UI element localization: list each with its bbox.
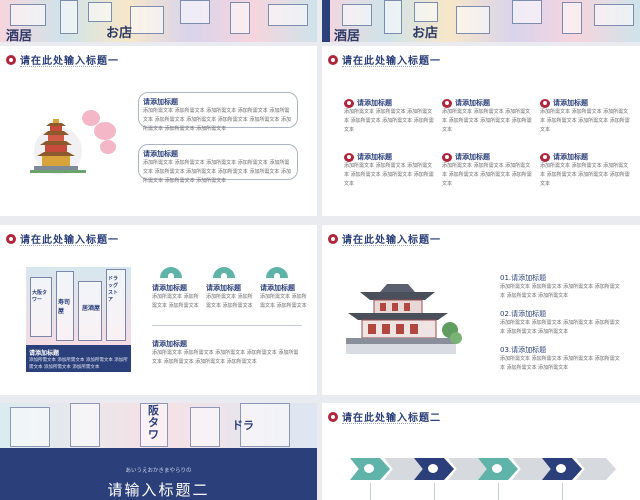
building-block bbox=[130, 6, 164, 34]
box-heading: 请添加标题 bbox=[143, 98, 178, 106]
building-block bbox=[342, 4, 372, 26]
connector-line bbox=[498, 483, 499, 500]
plum-flower-icon bbox=[328, 233, 338, 244]
column-item[interactable]: 请添加标题 添加所需文本 添加所需文本 添加所需文本 bbox=[206, 283, 254, 311]
building-block bbox=[30, 277, 52, 337]
plum-flower-icon bbox=[556, 464, 566, 473]
building-block bbox=[190, 407, 220, 447]
building-block bbox=[230, 2, 250, 34]
plum-flower-icon bbox=[492, 464, 502, 473]
fan-icon bbox=[266, 267, 288, 278]
shop-sign: 大阪タワー bbox=[32, 290, 48, 303]
title-underline bbox=[20, 65, 100, 67]
street-illustration: 大阪タワー 寿司屋 居酒屋 ドラッグストア bbox=[26, 267, 131, 345]
connector-line bbox=[370, 483, 371, 500]
grid-item[interactable]: 请添加标题 添加所需文本 添加所需文本 添加所需文本 添加所需文本 添加所需文本… bbox=[344, 98, 436, 135]
grid-item[interactable]: 请添加标题 添加所需文本 添加所需文本 添加所需文本 添加所需文本 添加所需文本… bbox=[442, 152, 534, 189]
building-block bbox=[88, 2, 112, 22]
building-block bbox=[456, 6, 490, 34]
numbered-item[interactable]: 03.请添加标题 添加所需文本 添加所需文本 添加所需文本 添加所需文本 添加所… bbox=[500, 345, 620, 373]
text-box[interactable]: 请添加标题 添加所需文本 添加所需文本 添加所需文本 添加所需文本 添加所需文本… bbox=[138, 144, 298, 184]
plum-flower-icon bbox=[364, 464, 374, 473]
building-block bbox=[60, 0, 78, 34]
divider bbox=[152, 325, 302, 326]
process-arrow[interactable] bbox=[576, 458, 616, 480]
title-underline bbox=[342, 422, 422, 424]
building-block bbox=[268, 4, 308, 26]
navy-edge bbox=[322, 0, 330, 42]
plum-flower-icon bbox=[540, 152, 550, 162]
header-slide-left[interactable]: 酒居 お店 bbox=[0, 0, 317, 42]
plum-flower-icon bbox=[344, 152, 354, 162]
connector-line bbox=[434, 483, 435, 500]
shop-sign: 寿司屋 bbox=[58, 299, 71, 315]
slide-pagoda[interactable]: 请在此处输入标题一 请添加标题 添加所需文本 添加所需文本 添加所需文本 添加所… bbox=[0, 46, 317, 216]
street-art-strip: 酒居 お店 bbox=[322, 0, 640, 42]
building-block bbox=[512, 0, 542, 24]
building-block bbox=[414, 2, 438, 22]
traditional-house-illustration bbox=[346, 284, 462, 354]
pagoda-illustration bbox=[30, 119, 86, 175]
section-title: 请输入标题二 bbox=[107, 481, 210, 499]
blossom-cluster bbox=[100, 140, 116, 154]
process-arrow[interactable] bbox=[350, 458, 390, 480]
shop-sign: お店 bbox=[412, 26, 439, 41]
building-block bbox=[10, 4, 46, 26]
shop-sign: 酒居 bbox=[334, 29, 361, 42]
box-body: 添加所需文本 添加所需文本 添加所需文本 添加所需文本 添加所需文本 添加所需文… bbox=[143, 108, 291, 132]
numbered-item[interactable]: 02.请添加标题 添加所需文本 添加所需文本 添加所需文本 添加所需文本 添加所… bbox=[500, 309, 620, 337]
box-body: 添加所需文本 添加所需文本 添加所需文本 添加所需文本 添加所需文本 添加所需文… bbox=[143, 160, 291, 184]
box-heading: 请添加标题 bbox=[143, 150, 178, 158]
shop-sign: 阪タワ bbox=[148, 404, 159, 441]
plum-flower-icon bbox=[344, 98, 354, 108]
grid-item[interactable]: 请添加标题 添加所需文本 添加所需文本 添加所需文本 添加所需文本 添加所需文本… bbox=[540, 98, 632, 135]
navy-caption-block[interactable]: 请添加标题 添加所需文本 添加所需文本 添加所需文本 添加所需文本 添加所需文本… bbox=[26, 345, 131, 372]
shop-sign: 酒居 bbox=[6, 29, 33, 42]
plum-flower-icon bbox=[428, 464, 438, 473]
plum-flower-icon bbox=[328, 54, 338, 65]
plum-flower-icon bbox=[442, 98, 452, 108]
plum-flower-icon bbox=[6, 233, 16, 244]
connector-line bbox=[562, 483, 563, 500]
shop-sign: お店 bbox=[106, 26, 133, 41]
blossom-cluster bbox=[94, 122, 116, 140]
japanese-subtitle: あいうえおかきまやらりの bbox=[125, 468, 192, 474]
grid-item[interactable]: 请添加标题 添加所需文本 添加所需文本 添加所需文本 添加所需文本 添加所需文本… bbox=[344, 152, 436, 189]
slide-section-cover[interactable]: 阪タワ ドラ あいうえおかきまやらりの 请输入标题二 bbox=[0, 403, 317, 500]
shop-sign: ドラ bbox=[232, 419, 254, 432]
building-block bbox=[70, 403, 100, 447]
slide-process[interactable]: 请在此处输入标题二 bbox=[322, 403, 640, 500]
text-box[interactable]: 请添加标题 添加所需文本 添加所需文本 添加所需文本 添加所需文本 添加所需文本… bbox=[138, 92, 298, 132]
numbered-item[interactable]: 01.请添加标题 添加所需文本 添加所需文本 添加所需文本 添加所需文本 添加所… bbox=[500, 273, 620, 301]
slide-street[interactable]: 请在此处输入标题一 大阪タワー 寿司屋 居酒屋 ドラッグストア 请添加标题 添加… bbox=[0, 225, 317, 395]
title-underline bbox=[342, 244, 422, 246]
plum-flower-icon bbox=[442, 152, 452, 162]
shop-sign: ドラッグストア bbox=[108, 276, 119, 303]
column-item[interactable]: 请添加标题 添加所需文本 添加所需文本 添加所需文本 bbox=[260, 283, 308, 311]
grid-item[interactable]: 请添加标题 添加所需文本 添加所需文本 添加所需文本 添加所需文本 添加所需文本… bbox=[442, 98, 534, 135]
plum-flower-icon bbox=[328, 411, 338, 422]
fan-icon bbox=[213, 267, 235, 278]
plum-flower-icon bbox=[6, 54, 16, 65]
building-block bbox=[594, 4, 634, 26]
street-art-strip: 酒居 お店 bbox=[0, 0, 317, 42]
plum-flower-icon bbox=[540, 98, 550, 108]
fan-icon bbox=[160, 267, 182, 278]
column-item[interactable]: 请添加标题 添加所需文本 添加所需文本 添加所需文本 bbox=[152, 283, 200, 311]
slide-grid[interactable]: 请在此处输入标题一 请添加标题 添加所需文本 添加所需文本 添加所需文本 添加所… bbox=[322, 46, 640, 216]
title-underline bbox=[20, 244, 100, 246]
slide-house[interactable]: 请在此处输入标题一 01.请添加标题 添加所需文本 添加所需文本 添加所需文本 … bbox=[322, 225, 640, 395]
header-slide-right[interactable]: 酒居 お店 bbox=[322, 0, 640, 42]
building-block bbox=[10, 407, 50, 447]
building-block bbox=[562, 2, 582, 34]
building-block bbox=[384, 0, 402, 34]
building-block bbox=[180, 0, 210, 24]
shop-sign: 居酒屋 bbox=[82, 305, 101, 312]
grid-item[interactable]: 请添加标题 添加所需文本 添加所需文本 添加所需文本 添加所需文本 添加所需文本… bbox=[540, 152, 632, 189]
bottom-text-block[interactable]: 请添加标题 添加所需文本 添加所需文本 添加所需文本 添加所需文本 添加所需文本… bbox=[152, 339, 302, 367]
title-underline bbox=[342, 65, 422, 67]
